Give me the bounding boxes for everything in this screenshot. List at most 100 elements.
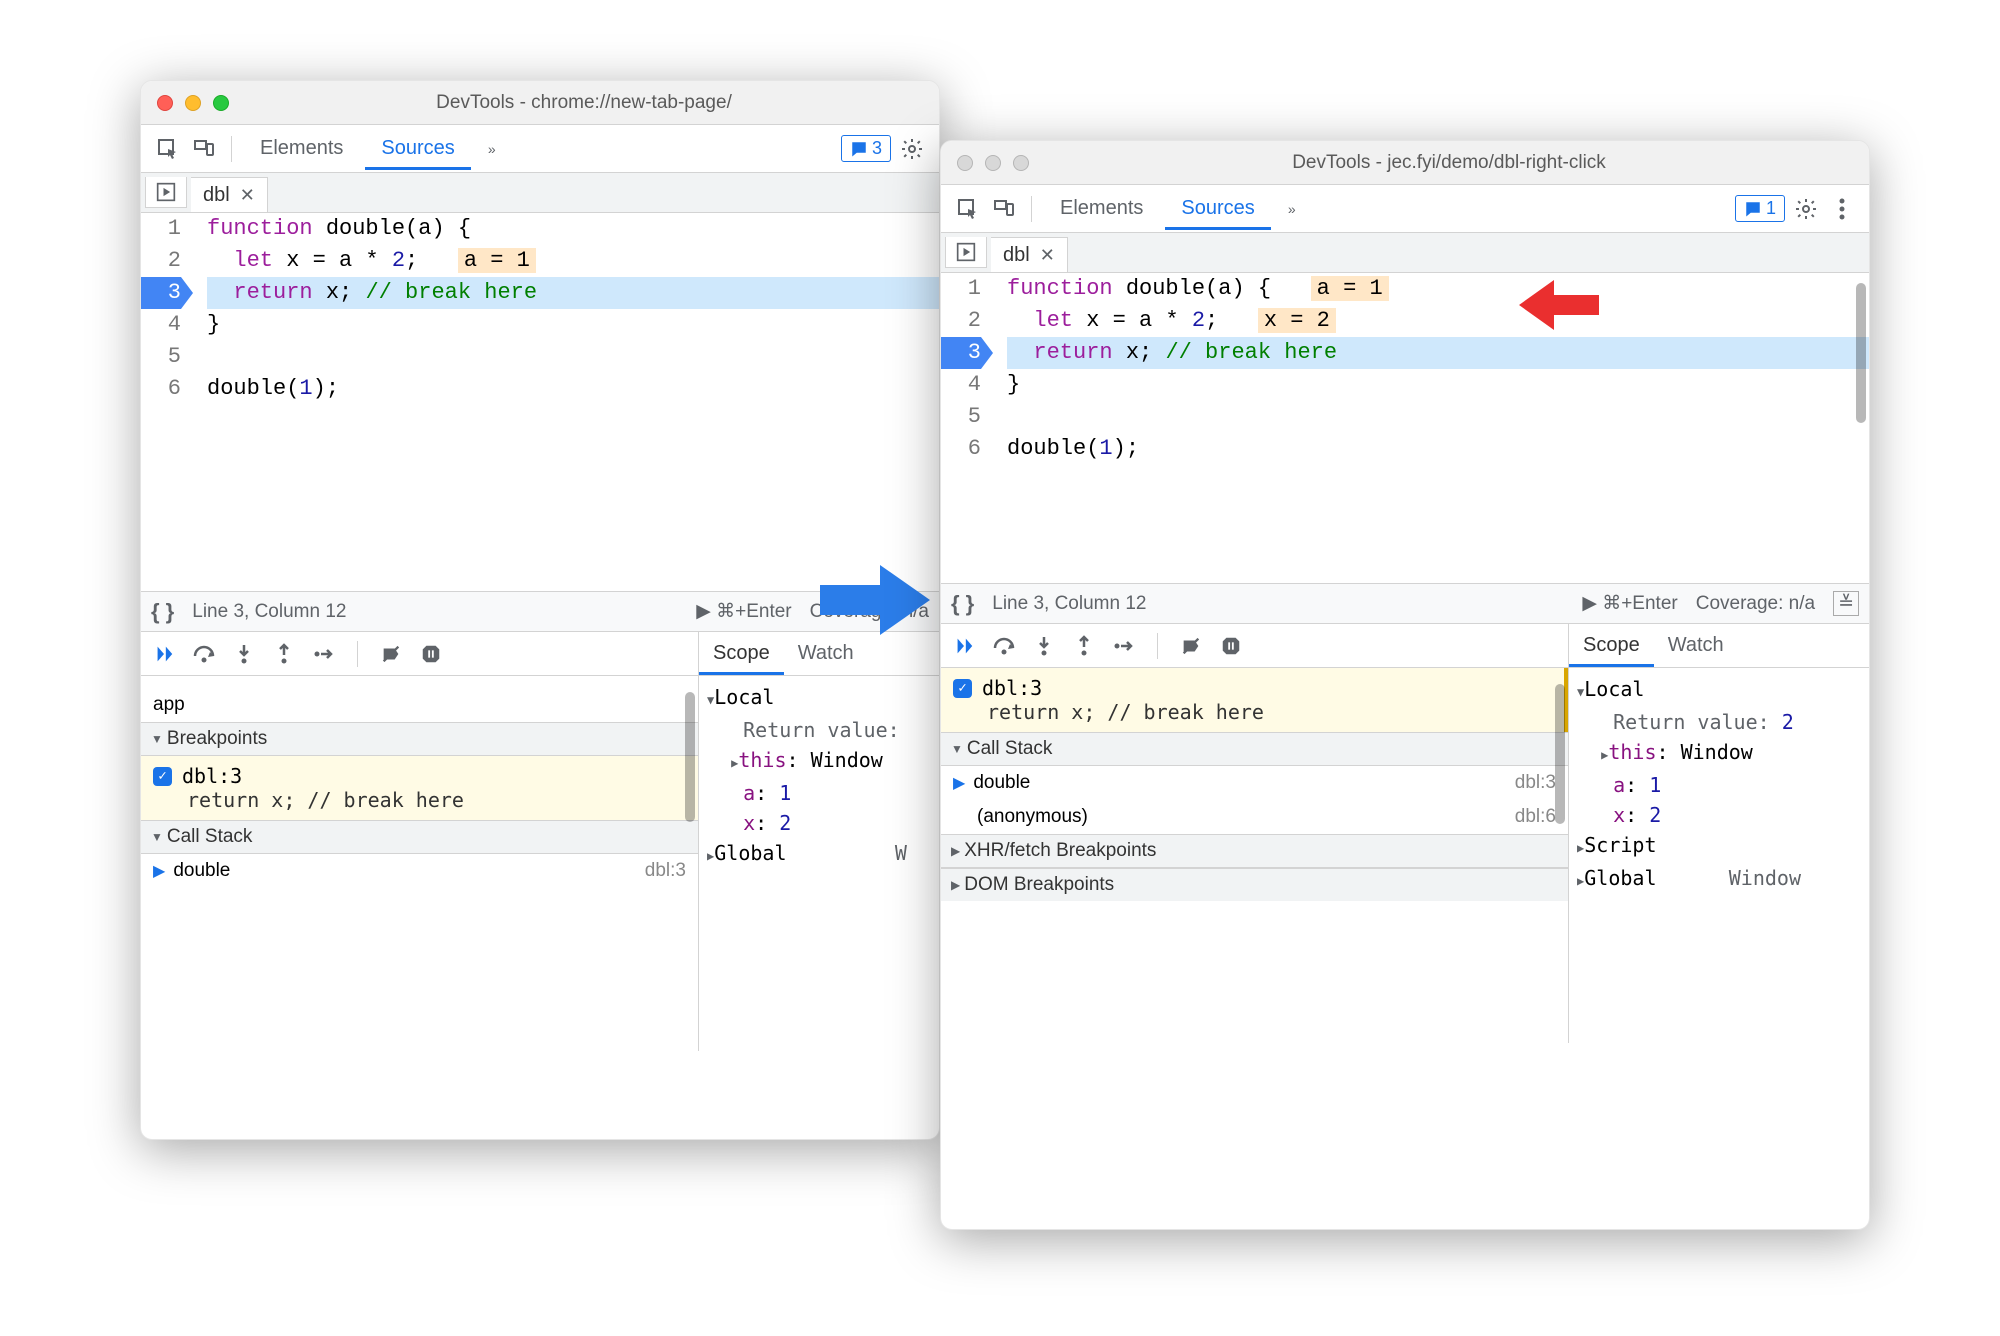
zoom-window-button[interactable] — [1013, 155, 1029, 171]
device-toggle-icon[interactable] — [189, 134, 219, 164]
kebab-menu-icon[interactable] — [1827, 194, 1857, 224]
inline-value-a: a = 1 — [458, 248, 536, 273]
step-out-icon[interactable] — [1071, 633, 1097, 659]
feedback-badge[interactable]: 1 — [1735, 195, 1785, 222]
callstack-section[interactable]: ▼Call Stack — [141, 820, 698, 854]
close-icon[interactable]: ✕ — [1040, 245, 1055, 266]
more-tabs-icon[interactable]: » — [1277, 194, 1307, 224]
file-tab-label: dbl — [203, 184, 230, 207]
deactivate-breakpoints-icon[interactable] — [1178, 633, 1204, 659]
tab-elements[interactable]: Elements — [1044, 187, 1159, 230]
code-editor[interactable]: 1 2 3 4 5 6 function double(a) { a = 1 l… — [941, 273, 1869, 583]
resume-icon[interactable] — [951, 633, 977, 659]
step-into-icon[interactable] — [231, 641, 257, 667]
callstack-item-double[interactable]: ▶ double dbl:3 — [941, 766, 1568, 800]
code-editor[interactable]: 1 2 3 4 5 6 function double(a) { let x =… — [141, 213, 939, 423]
code-lines[interactable]: function double(a) { a = 1 let x = a * 2… — [991, 273, 1869, 583]
deactivate-breakpoints-icon[interactable] — [378, 641, 404, 667]
breakpoint-label: dbl:3 — [982, 676, 1042, 700]
feedback-badge[interactable]: 3 — [841, 135, 891, 162]
code-line-4: } — [207, 309, 939, 341]
close-window-button[interactable] — [157, 95, 173, 111]
inspect-element-icon[interactable] — [153, 134, 183, 164]
cursor-position: Line 3, Column 12 — [192, 601, 346, 623]
window-title: DevTools - chrome://new-tab-page/ — [245, 92, 923, 114]
titlebar[interactable]: DevTools - chrome://new-tab-page/ — [141, 81, 939, 125]
step-over-icon[interactable] — [991, 633, 1017, 659]
settings-icon[interactable] — [1791, 194, 1821, 224]
breakpoint-checkbox[interactable]: ✓ — [953, 679, 972, 698]
breakpoint-checkbox[interactable]: ✓ — [153, 767, 172, 786]
more-tabs-icon[interactable]: » — [477, 134, 507, 164]
snippet-run-icon[interactable] — [145, 177, 187, 208]
right-tabs: Scope Watch — [1569, 624, 1869, 668]
xhr-breakpoints-section[interactable]: ▶XHR/fetch Breakpoints — [941, 834, 1568, 868]
callstack-item-double[interactable]: ▶ double dbl:3 — [141, 854, 698, 888]
file-tab-dbl[interactable]: dbl ✕ — [991, 237, 1068, 272]
file-tab-dbl[interactable]: dbl ✕ — [191, 177, 268, 212]
close-window-button[interactable] — [957, 155, 973, 171]
pretty-print-icon[interactable]: { } — [951, 591, 974, 617]
current-frame-icon: ▶ — [153, 861, 165, 881]
gutter[interactable]: 1 2 3 4 5 6 — [941, 273, 991, 583]
feedback-count: 3 — [872, 138, 882, 159]
scope-content[interactable]: ▼Local Return value: 2 ▶this: Window a: … — [1569, 668, 1869, 1043]
step-over-icon[interactable] — [191, 641, 217, 667]
step-out-icon[interactable] — [271, 641, 297, 667]
comment: // break here — [365, 280, 537, 305]
debug-left-panel: ✓ dbl:3 return x; // break here ▼Call St… — [941, 624, 1569, 1043]
tab-sources[interactable]: Sources — [365, 127, 470, 170]
traffic-lights — [957, 155, 1029, 171]
step-icon[interactable] — [1111, 633, 1137, 659]
dom-breakpoints-section[interactable]: ▶DOM Breakpoints — [941, 868, 1568, 901]
titlebar[interactable]: DevTools - jec.fyi/demo/dbl-right-click — [941, 141, 1869, 185]
breakpoint-code: return x; // break here — [953, 700, 1552, 724]
code-lines[interactable]: function double(a) { let x = a * 2; a = … — [191, 213, 939, 423]
scope-watch-panel: Scope Watch ▼Local Return value: ▶this: … — [699, 632, 939, 1051]
tab-elements[interactable]: Elements — [244, 127, 359, 170]
scrollbar-thumb[interactable] — [1856, 283, 1866, 423]
breakpoints-section[interactable]: ▼Breakpoints — [141, 722, 698, 756]
minimize-window-button[interactable] — [985, 155, 1001, 171]
debug-controls — [941, 624, 1568, 668]
window-title: DevTools - jec.fyi/demo/dbl-right-click — [1045, 152, 1853, 174]
minimize-window-button[interactable] — [185, 95, 201, 111]
zoom-window-button[interactable] — [213, 95, 229, 111]
tab-scope[interactable]: Scope — [1569, 624, 1654, 667]
feedback-count: 1 — [1766, 198, 1776, 219]
scrollbar-thumb[interactable] — [685, 692, 695, 822]
callstack-item-anonymous[interactable]: (anonymous) dbl:6 — [941, 800, 1568, 834]
expand-icon[interactable]: ≚ — [1833, 591, 1859, 616]
scrollbar-thumb[interactable] — [1555, 684, 1565, 824]
debugger-pane: app ▼Breakpoints ✓ dbl:3 return x; // br… — [141, 631, 939, 1051]
pause-exceptions-icon[interactable] — [1218, 633, 1244, 659]
snippet-run-icon[interactable] — [945, 237, 987, 268]
traffic-lights — [157, 95, 229, 111]
step-icon[interactable] — [311, 641, 337, 667]
settings-icon[interactable] — [897, 134, 927, 164]
inspect-element-icon[interactable] — [953, 194, 983, 224]
device-toggle-icon[interactable] — [989, 194, 1019, 224]
callstack-section[interactable]: ▼Call Stack — [941, 732, 1568, 766]
step-into-icon[interactable] — [1031, 633, 1057, 659]
tab-scope[interactable]: Scope — [699, 632, 784, 675]
breakpoint-item[interactable]: ✓ dbl:3 return x; // break here — [141, 756, 698, 820]
tab-watch[interactable]: Watch — [1654, 624, 1738, 667]
coverage-status: Coverage: n/a — [1696, 593, 1815, 615]
devtools-window-2: DevTools - jec.fyi/demo/dbl-right-click … — [940, 140, 1870, 1230]
pretty-print-icon[interactable]: { } — [151, 599, 174, 625]
tab-sources[interactable]: Sources — [1165, 187, 1270, 230]
sidebar-item-app[interactable]: app — [141, 688, 698, 722]
red-callout-arrow — [1519, 275, 1599, 335]
breakpoint-label: dbl:3 — [182, 764, 242, 788]
current-frame-icon: ▶ — [953, 773, 965, 793]
pause-exceptions-icon[interactable] — [418, 641, 444, 667]
breakpoint-item[interactable]: ✓ dbl:3 return x; // break here — [941, 668, 1568, 732]
main-toolbar: Elements Sources » 3 — [141, 125, 939, 173]
scope-content[interactable]: ▼Local Return value: ▶this: Window a: 1 … — [699, 676, 939, 1051]
truncated-item[interactable] — [141, 676, 698, 688]
file-tab-bar: dbl ✕ — [141, 173, 939, 213]
gutter[interactable]: 1 2 3 4 5 6 — [141, 213, 191, 423]
resume-icon[interactable] — [151, 641, 177, 667]
close-icon[interactable]: ✕ — [240, 185, 255, 206]
